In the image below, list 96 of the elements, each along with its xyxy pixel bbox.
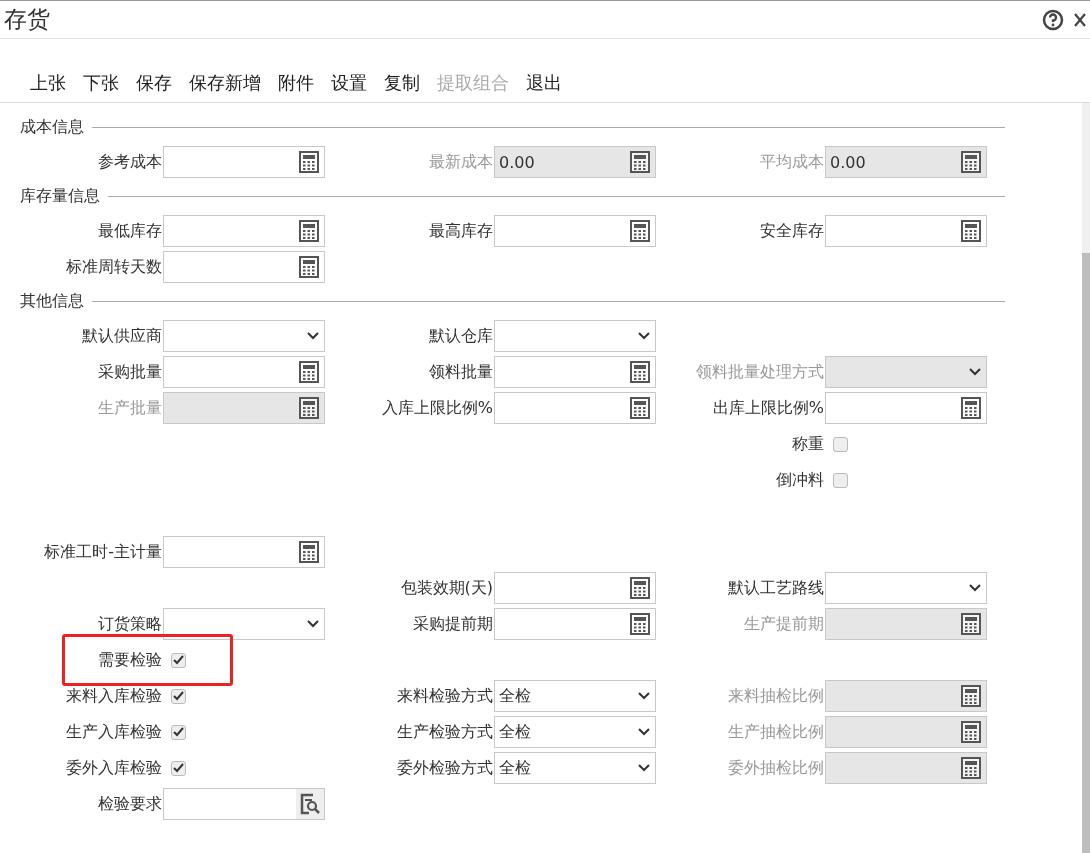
checkbox[interactable]	[171, 724, 186, 740]
number-field[interactable]	[825, 392, 987, 424]
checkbox-label: 委外入库检验	[65, 757, 163, 779]
checkbox-label: 需要检验	[97, 649, 163, 671]
field-label: 平均成本	[759, 151, 825, 173]
number-field[interactable]	[825, 215, 987, 247]
field-label: 生产抽检比例	[727, 721, 825, 743]
check-icon	[173, 763, 184, 773]
checkbox[interactable]	[171, 652, 186, 668]
field-label: 参考成本	[97, 151, 163, 173]
chevron-down-icon[interactable]	[638, 764, 650, 772]
number-field[interactable]	[163, 356, 325, 388]
field-label: 安全库存	[759, 220, 825, 242]
chevron-down-icon[interactable]	[638, 728, 650, 736]
calculator-icon[interactable]	[961, 220, 981, 242]
close-icon[interactable]	[1074, 12, 1086, 27]
checkbox-label: 称重	[791, 433, 825, 455]
toolbar-button[interactable]: 设置	[331, 71, 367, 95]
calculator-icon[interactable]	[630, 220, 650, 242]
dropdown[interactable]: 全检	[494, 752, 656, 784]
number-field[interactable]	[163, 215, 325, 247]
field-label: 出库上限比例%	[711, 397, 825, 419]
field-label: 生产批量	[97, 397, 163, 419]
checkbox-label: 生产入库检验	[65, 721, 163, 743]
toolbar-button[interactable]: 附件	[278, 71, 314, 95]
checkbox[interactable]	[171, 760, 186, 776]
number-field[interactable]	[494, 572, 656, 604]
calculator-icon[interactable]	[299, 361, 319, 383]
field-label: 默认仓库	[428, 325, 494, 347]
scrollbar[interactable]	[1082, 103, 1090, 853]
chevron-down-icon[interactable]	[969, 584, 981, 592]
number-field[interactable]	[163, 536, 325, 568]
section-title: 库存量信息	[20, 186, 100, 207]
number-field[interactable]	[494, 608, 656, 640]
number-field[interactable]	[494, 356, 656, 388]
section-title: 其他信息	[20, 291, 84, 312]
check-icon	[173, 691, 184, 701]
toolbar-button[interactable]: 保存新增	[189, 71, 261, 95]
field-label: 订货策略	[97, 613, 163, 635]
check-icon	[173, 655, 184, 665]
checkbox[interactable]	[833, 472, 848, 488]
checkbox[interactable]	[171, 688, 186, 704]
field-label: 最高库存	[428, 220, 494, 242]
calculator-icon[interactable]	[299, 151, 319, 173]
help-icon[interactable]	[1042, 8, 1064, 31]
calculator-icon[interactable]	[630, 361, 650, 383]
field-label: 入库上限比例%	[380, 397, 494, 419]
search-icon[interactable]	[299, 793, 321, 815]
field-label: 包装效期(天)	[399, 577, 494, 599]
lookup-field[interactable]	[163, 788, 325, 820]
calculator-icon[interactable]	[630, 397, 650, 419]
field-label: 来料抽检比例	[727, 685, 825, 707]
chevron-down-icon[interactable]	[638, 692, 650, 700]
checkbox[interactable]	[833, 436, 848, 452]
dropdown[interactable]: 全检	[494, 680, 656, 712]
field-label: 采购提前期	[412, 613, 494, 635]
calculator-icon[interactable]	[630, 577, 650, 599]
toolbar-button[interactable]: 退出	[526, 71, 562, 95]
field-label: 来料检验方式	[396, 685, 494, 707]
number-field[interactable]	[494, 215, 656, 247]
chevron-down-icon[interactable]	[307, 332, 319, 340]
field-label: 默认工艺路线	[727, 577, 825, 599]
checkbox-label: 来料入库检验	[65, 685, 163, 707]
field-label: 领料批量处理方式	[695, 361, 825, 383]
calculator-icon[interactable]	[299, 256, 319, 278]
field-label: 领料批量	[428, 361, 494, 383]
number-field[interactable]	[163, 251, 325, 283]
field-label: 标准周转天数	[65, 256, 163, 278]
window-title: 存货	[4, 5, 50, 34]
toolbar-button[interactable]: 复制	[384, 71, 420, 95]
field-label: 默认供应商	[81, 325, 163, 347]
field-label: 生产提前期	[743, 613, 825, 635]
field-label: 标准工时-主计量	[43, 541, 163, 563]
calculator-icon[interactable]	[299, 541, 319, 563]
section-title: 成本信息	[20, 117, 84, 138]
toolbar-button[interactable]: 上张	[30, 71, 66, 95]
dropdown[interactable]	[163, 608, 325, 640]
field-label: 采购批量	[97, 361, 163, 383]
field-label: 检验要求	[97, 793, 163, 815]
field-label: 委外抽检比例	[727, 757, 825, 779]
chevron-down-icon[interactable]	[638, 332, 650, 340]
checkbox-label: 倒冲料	[775, 469, 825, 491]
toolbar-button[interactable]: 保存	[136, 71, 172, 95]
field-label: 最低库存	[97, 220, 163, 242]
chevron-down-icon[interactable]	[307, 620, 319, 628]
number-field[interactable]	[163, 146, 325, 178]
field-label: 生产检验方式	[396, 721, 494, 743]
toolbar-button[interactable]: 下张	[83, 71, 119, 95]
check-icon	[173, 727, 184, 737]
field-label: 最新成本	[428, 151, 494, 173]
field-label: 委外检验方式	[396, 757, 494, 779]
number-field[interactable]	[494, 392, 656, 424]
calculator-icon[interactable]	[630, 613, 650, 635]
dropdown[interactable]: 全检	[494, 716, 656, 748]
calculator-icon[interactable]	[299, 220, 319, 242]
calculator-icon[interactable]	[961, 397, 981, 419]
